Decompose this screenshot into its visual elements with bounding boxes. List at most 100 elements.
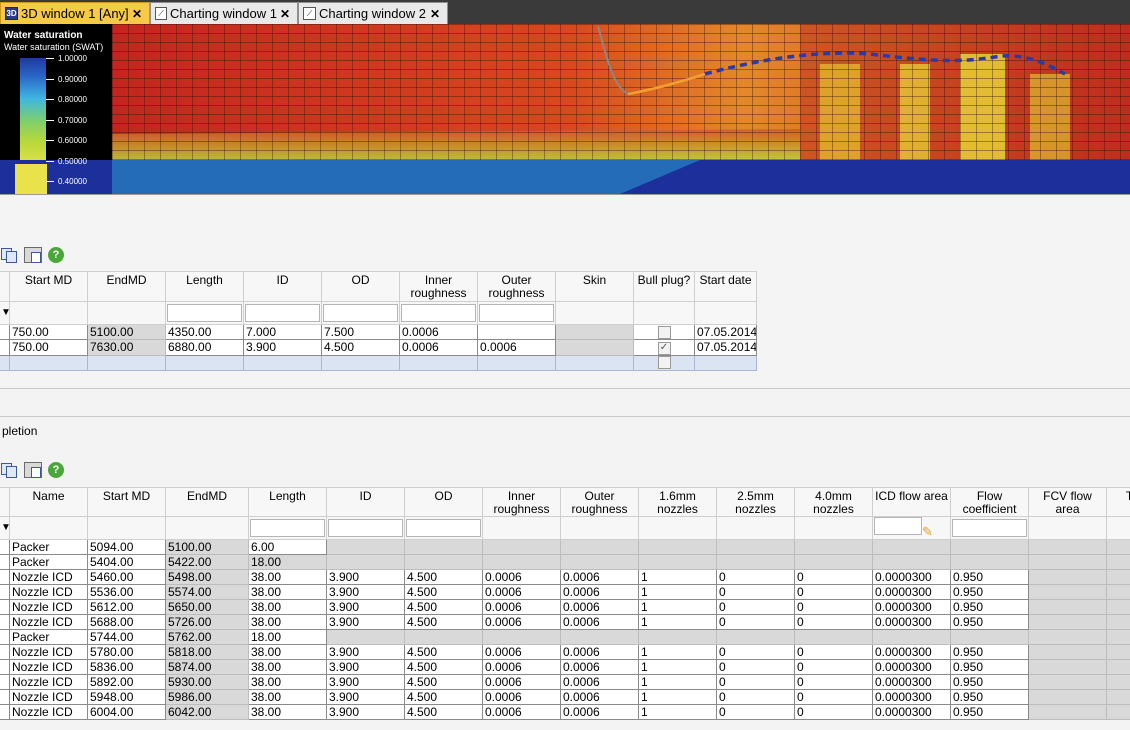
pipe-cell-bull-plug[interactable]: ✓ xyxy=(633,339,695,356)
row-selector[interactable] xyxy=(0,339,10,356)
completion-cell-1-6mm-nozzles[interactable]: 1 xyxy=(638,614,717,630)
filter-input[interactable] xyxy=(479,304,554,322)
completion-cell-inner-roughness[interactable]: 0.0006 xyxy=(482,674,561,690)
completion-cell-tub[interactable] xyxy=(1106,614,1130,630)
completion-cell-tub[interactable] xyxy=(1106,689,1130,705)
completion-cell-endmd[interactable]: 5498.00 xyxy=(165,569,249,585)
table-row[interactable]: Nozzle ICD 5536.00 5574.00 38.00 3.900 4.500 0… xyxy=(0,584,1130,600)
pipe-header-start-date[interactable]: Start date xyxy=(694,271,757,302)
completion-cell-start-md[interactable]: 5460.00 xyxy=(87,569,166,585)
completion-header-name[interactable]: Name xyxy=(9,487,88,517)
completion-cell-outer-roughness[interactable] xyxy=(560,554,639,570)
completion-cell-start-md[interactable]: 5094.00 xyxy=(87,539,166,555)
pipe-cell-skin[interactable] xyxy=(555,339,634,356)
row-selector[interactable] xyxy=(0,644,10,660)
completion-cell-icd-flow-area[interactable]: 0.0000300 xyxy=(872,704,951,720)
completion-cell-tub[interactable] xyxy=(1106,569,1130,585)
completion-cell-name[interactable]: Packer xyxy=(9,539,88,555)
pipe-header-bull-plug[interactable]: Bull plug? xyxy=(633,271,695,302)
pencil-icon[interactable]: ✎ xyxy=(922,524,936,539)
completion-cell-flow-coefficient[interactable]: 0.950 xyxy=(950,614,1029,630)
pipe-cell-start-date[interactable]: 07.05.2014 xyxy=(694,339,757,356)
completion-cell-4-0mm-nozzles[interactable]: 0 xyxy=(794,689,873,705)
completion-header-outer-roughness[interactable]: Outer roughness xyxy=(560,487,639,517)
completion-cell-icd-flow-area[interactable] xyxy=(872,629,951,645)
completion-cell-endmd[interactable]: 5874.00 xyxy=(165,659,249,675)
completion-cell-endmd[interactable]: 5818.00 xyxy=(165,644,249,660)
completion-cell-od[interactable] xyxy=(404,629,483,645)
row-selector[interactable] xyxy=(0,674,10,690)
completion-cell-start-md[interactable]: 5688.00 xyxy=(87,614,166,630)
filter-icon[interactable]: ▼ xyxy=(0,516,10,540)
completion-cell-1-6mm-nozzles[interactable] xyxy=(638,629,717,645)
completion-cell-outer-roughness[interactable]: 0.0006 xyxy=(560,569,639,585)
completion-cell-2-5mm-nozzles[interactable]: 0 xyxy=(716,569,795,585)
completion-header-flow-coefficient[interactable]: Flow coefficient xyxy=(950,487,1029,517)
completion-cell-inner-roughness[interactable]: 0.0006 xyxy=(482,644,561,660)
completion-cell-inner-roughness[interactable]: 0.0006 xyxy=(482,614,561,630)
completion-cell-icd-flow-area[interactable]: 0.0000300 xyxy=(872,584,951,600)
completion-cell-name[interactable]: Nozzle ICD xyxy=(9,689,88,705)
completion-cell-name[interactable]: Packer xyxy=(9,554,88,570)
pipe-cell-bull-plug[interactable] xyxy=(633,323,695,341)
table-row[interactable]: Nozzle ICD 5892.00 5930.00 38.00 3.900 4.500 0… xyxy=(0,674,1130,690)
completion-cell-2-5mm-nozzles[interactable] xyxy=(716,554,795,570)
completion-cell-outer-roughness[interactable]: 0.0006 xyxy=(560,689,639,705)
completion-cell-endmd[interactable]: 5762.00 xyxy=(165,629,249,645)
completion-cell-flow-coefficient[interactable] xyxy=(950,539,1029,555)
pipe-header-length[interactable]: Length xyxy=(165,271,244,302)
new-row-cell[interactable] xyxy=(477,354,556,371)
completion-cell-flow-coefficient[interactable]: 0.950 xyxy=(950,659,1029,675)
completion-cell-name[interactable]: Nozzle ICD xyxy=(9,674,88,690)
completion-cell-inner-roughness[interactable]: 0.0006 xyxy=(482,689,561,705)
pipe-header-endmd[interactable]: EndMD xyxy=(87,271,166,302)
completion-cell-icd-flow-area[interactable]: 0.0000300 xyxy=(872,659,951,675)
row-selector[interactable] xyxy=(0,599,10,615)
completion-cell-od[interactable] xyxy=(404,554,483,570)
completion-cell-2-5mm-nozzles[interactable] xyxy=(716,539,795,555)
completion-cell-inner-roughness[interactable]: 0.0006 xyxy=(482,584,561,600)
pipe-cell-skin[interactable] xyxy=(555,323,634,341)
completion-cell-outer-roughness[interactable]: 0.0006 xyxy=(560,704,639,720)
row-selector[interactable] xyxy=(0,569,10,585)
completion-cell-tub[interactable] xyxy=(1106,599,1130,615)
pipe-header-skin[interactable]: Skin xyxy=(555,271,634,302)
completion-cell-2-5mm-nozzles[interactable]: 0 xyxy=(716,584,795,600)
completion-cell-od[interactable]: 4.500 xyxy=(404,584,483,600)
completion-cell-icd-flow-area[interactable]: 0.0000300 xyxy=(872,569,951,585)
pipe-cell-length[interactable]: 4350.00 xyxy=(165,323,244,341)
completion-cell-tub[interactable] xyxy=(1106,554,1130,570)
table-row[interactable]: Nozzle ICD 5948.00 5986.00 38.00 3.900 4.500 0… xyxy=(0,689,1130,705)
completion-cell-4-0mm-nozzles[interactable]: 0 xyxy=(794,599,873,615)
pipe-header-outer-roughness[interactable]: Outer roughness xyxy=(477,271,556,302)
completion-header-fcv-flow-area[interactable]: FCV flow area xyxy=(1028,487,1107,517)
completion-cell-start-md[interactable]: 5612.00 xyxy=(87,599,166,615)
completion-cell-id[interactable]: 3.900 xyxy=(326,614,405,630)
tab-3d-window-1[interactable]: 3D 3D window 1 [Any] ✕ xyxy=(0,2,150,24)
new-row-cell[interactable] xyxy=(399,354,478,371)
completion-cell-od[interactable] xyxy=(404,539,483,555)
tab-charting-window-2[interactable]: ⟋ Charting window 2 ✕ xyxy=(298,2,448,24)
completion-cell-inner-roughness[interactable]: 0.0006 xyxy=(482,599,561,615)
completion-cell-endmd[interactable]: 5650.00 xyxy=(165,599,249,615)
completion-cell-2-5mm-nozzles[interactable]: 0 xyxy=(716,704,795,720)
completion-cell-1-6mm-nozzles[interactable]: 1 xyxy=(638,659,717,675)
completion-cell-id[interactable]: 3.900 xyxy=(326,659,405,675)
completion-cell-length[interactable]: 38.00 xyxy=(248,569,327,585)
completion-cell-id[interactable] xyxy=(326,554,405,570)
row-selector[interactable] xyxy=(0,539,10,555)
completion-cell-flow-coefficient[interactable]: 0.950 xyxy=(950,689,1029,705)
new-row-cell[interactable] xyxy=(321,354,400,371)
new-row-cell[interactable] xyxy=(0,354,10,371)
completion-cell-endmd[interactable]: 5726.00 xyxy=(165,614,249,630)
completion-cell-inner-roughness[interactable]: 0.0006 xyxy=(482,569,561,585)
completion-cell-4-0mm-nozzles[interactable] xyxy=(794,539,873,555)
completion-cell-fcv-flow-area[interactable] xyxy=(1028,704,1107,720)
completion-cell-od[interactable]: 4.500 xyxy=(404,674,483,690)
completion-header-2-5mm-nozzles[interactable]: 2.5mm nozzles xyxy=(716,487,795,517)
table-row[interactable]: Nozzle ICD 5780.00 5818.00 38.00 3.900 4.500 0… xyxy=(0,644,1130,660)
completion-cell-fcv-flow-area[interactable] xyxy=(1028,659,1107,675)
completion-cell-name[interactable]: Nozzle ICD xyxy=(9,614,88,630)
completion-cell-fcv-flow-area[interactable] xyxy=(1028,674,1107,690)
completion-cell-1-6mm-nozzles[interactable]: 1 xyxy=(638,644,717,660)
